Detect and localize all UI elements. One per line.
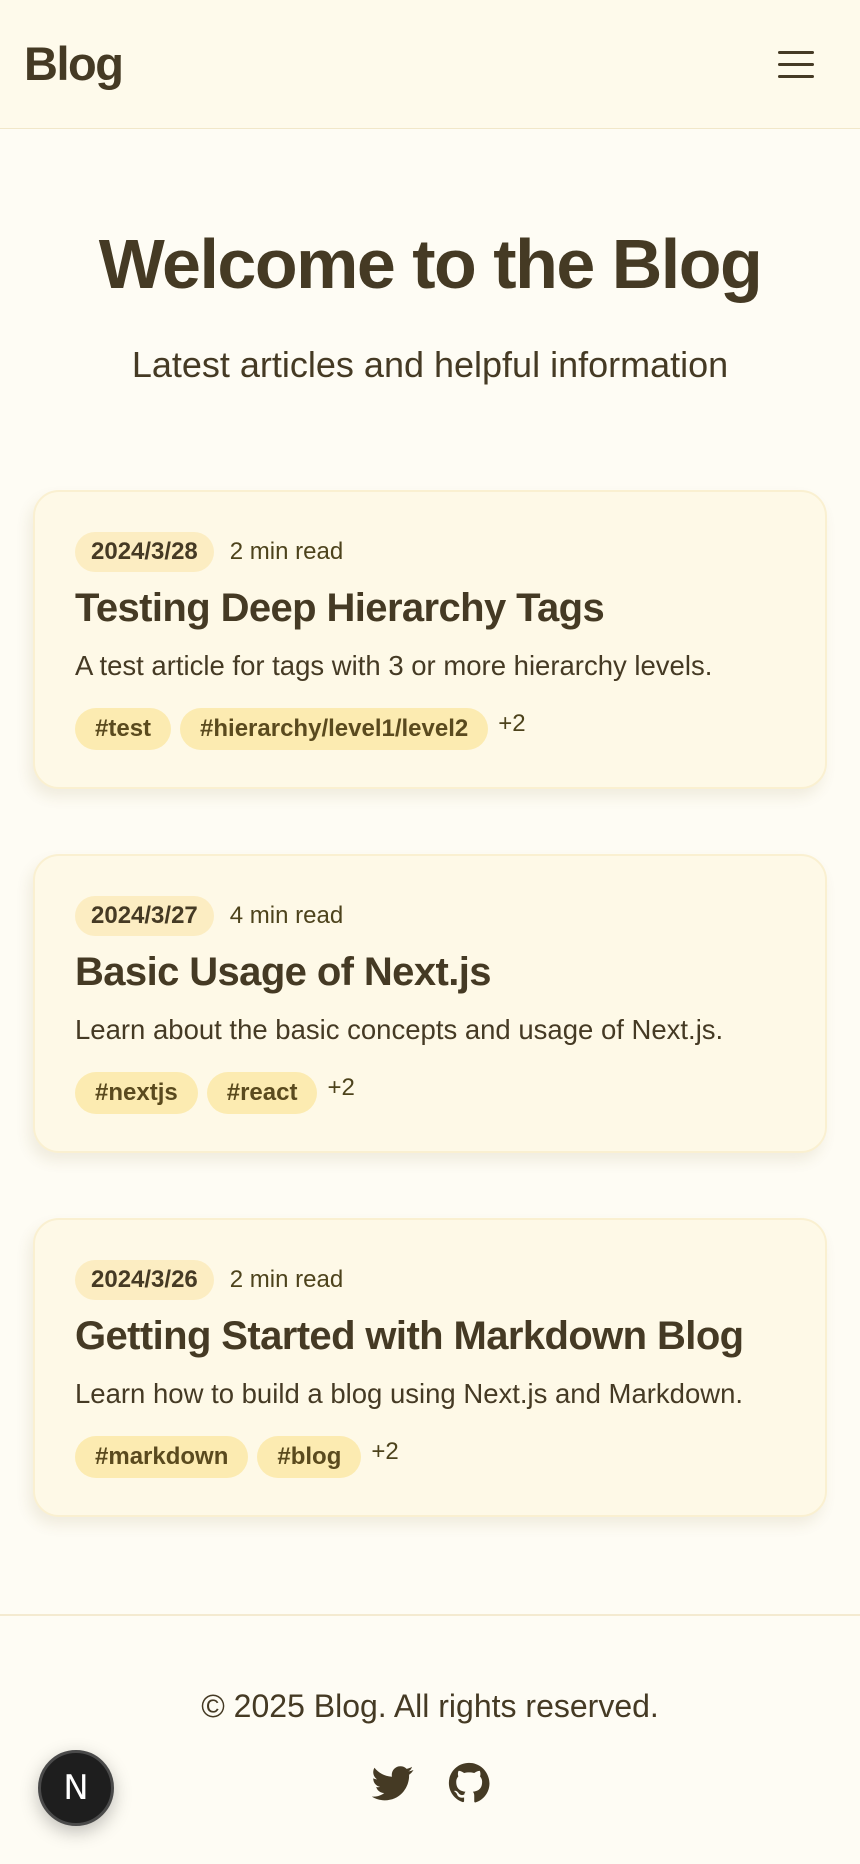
hamburger-menu-icon [778,74,814,78]
hamburger-menu-icon [778,50,814,54]
post-read-time: 2 min read [229,538,344,565]
tag-chip[interactable]: #hierarchy/level1/level2 [180,708,489,750]
post-meta: 2024/3/26 2 min read [75,1260,343,1300]
post-read-time: 4 min read [229,902,344,929]
post-tags: #test #hierarchy/level1/level2 +2 [75,708,526,750]
post-tags: #markdown #blog +2 [75,1436,399,1478]
hamburger-menu-icon [778,62,814,66]
social-links [371,1762,490,1804]
menu-button[interactable] [770,42,822,86]
more-tags-count: +2 [498,710,526,737]
tag-chip[interactable]: #react [206,1072,318,1114]
more-tags-count: +2 [327,1074,355,1101]
hero-subtitle: Latest articles and helpful information [131,344,729,385]
post-date-badge: 2024/3/27 [75,896,214,936]
post-date-badge: 2024/3/26 [75,1260,214,1300]
post-description: Learn how to build a blog using Next.js … [75,1378,744,1409]
hero-title: Welcome to the Blog [98,225,763,303]
post-description: A test article for tags with 3 or more h… [75,650,713,681]
post-meta: 2024/3/27 4 min read [75,896,343,936]
post-card[interactable]: 2024/3/28 2 min read Testing Deep Hierar… [33,490,827,789]
post-card[interactable]: 2024/3/26 2 min read Getting Started wit… [33,1218,827,1517]
tag-chip[interactable]: #nextjs [75,1072,198,1114]
nextjs-dev-badge[interactable]: N [38,1750,114,1826]
copyright-text: © 2025 Blog. All rights reserved. [201,1688,659,1724]
site-header: Blog [0,0,860,129]
post-read-time: 2 min read [229,1266,344,1293]
twitter-link[interactable] [371,1762,414,1804]
github-icon [448,1762,490,1803]
post-title[interactable]: Basic Usage of Next.js [75,950,491,995]
post-title[interactable]: Getting Started with Markdown Blog [75,1314,744,1359]
github-link[interactable] [448,1762,490,1804]
post-date-badge: 2024/3/28 [75,532,214,572]
twitter-icon [371,1766,414,1801]
post-title[interactable]: Testing Deep Hierarchy Tags [75,586,605,631]
tag-chip[interactable]: #markdown [75,1436,249,1478]
post-description: Learn about the basic concepts and usage… [75,1014,724,1045]
tag-chip[interactable]: #test [75,708,172,750]
post-tags: #nextjs #react +2 [75,1072,355,1114]
post-card[interactable]: 2024/3/27 4 min read Basic Usage of Next… [33,854,827,1153]
post-meta: 2024/3/28 2 min read [75,532,343,572]
site-footer: © 2025 Blog. All rights reserved. [0,1614,860,1864]
site-brand[interactable]: Blog [24,36,124,91]
tag-chip[interactable]: #blog [257,1436,362,1478]
more-tags-count: +2 [371,1438,399,1465]
